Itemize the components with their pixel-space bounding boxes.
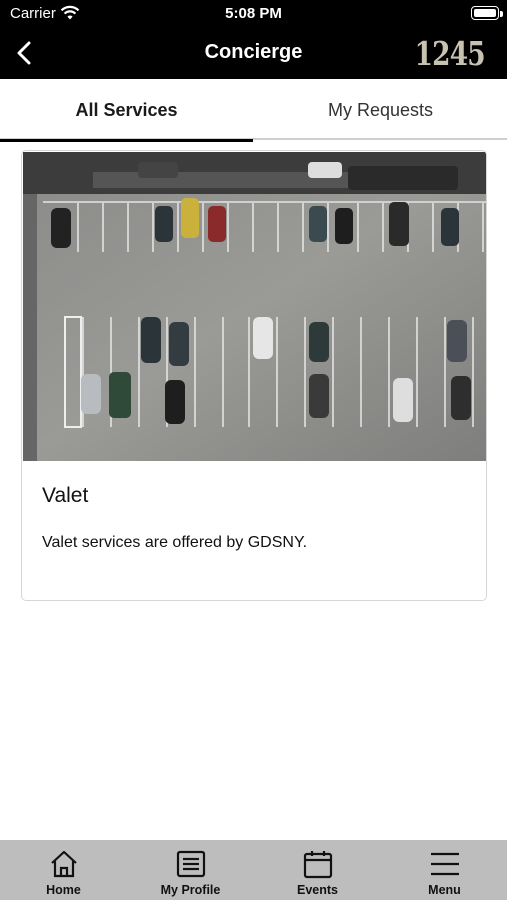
- service-description: Valet services are offered by GDSNY.: [42, 534, 308, 551]
- service-card-valet[interactable]: Valet Valet services are offered by GDSN…: [21, 150, 487, 601]
- home-icon: [50, 850, 77, 878]
- nav-bar: Concierge 1245: [0, 28, 507, 79]
- service-title: Valet: [42, 484, 89, 507]
- hamburger-menu-icon: [430, 852, 459, 876]
- tab-bar-label-menu: Menu: [428, 883, 461, 897]
- tab-bar-item-menu[interactable]: Menu: [381, 840, 507, 900]
- segment-tabs: All Services My Requests: [0, 79, 507, 142]
- tab-bar-label-my-profile: My Profile: [160, 883, 221, 897]
- service-image: [23, 152, 486, 461]
- clock: 5:08 PM: [225, 5, 282, 22]
- tab-bar-item-home[interactable]: Home: [0, 840, 127, 900]
- profile-card-icon: [176, 850, 205, 878]
- tab-bar-label-home: Home: [46, 883, 81, 897]
- tab-my-requests[interactable]: My Requests: [254, 79, 507, 140]
- tab-bar-item-my-profile[interactable]: My Profile: [127, 840, 254, 900]
- battery-nub: [500, 11, 503, 17]
- tab-all-services[interactable]: All Services: [0, 79, 253, 142]
- calendar-icon: [303, 851, 332, 879]
- bottom-tab-bar: Home My Profile Events Menu: [0, 840, 507, 900]
- brand-logo: 1245: [414, 34, 486, 73]
- tab-bar-item-events[interactable]: Events: [254, 840, 381, 900]
- tab-bar-label-events: Events: [297, 883, 338, 897]
- battery-icon: [471, 6, 499, 20]
- status-bar: Carrier 5:08 PM: [0, 0, 507, 28]
